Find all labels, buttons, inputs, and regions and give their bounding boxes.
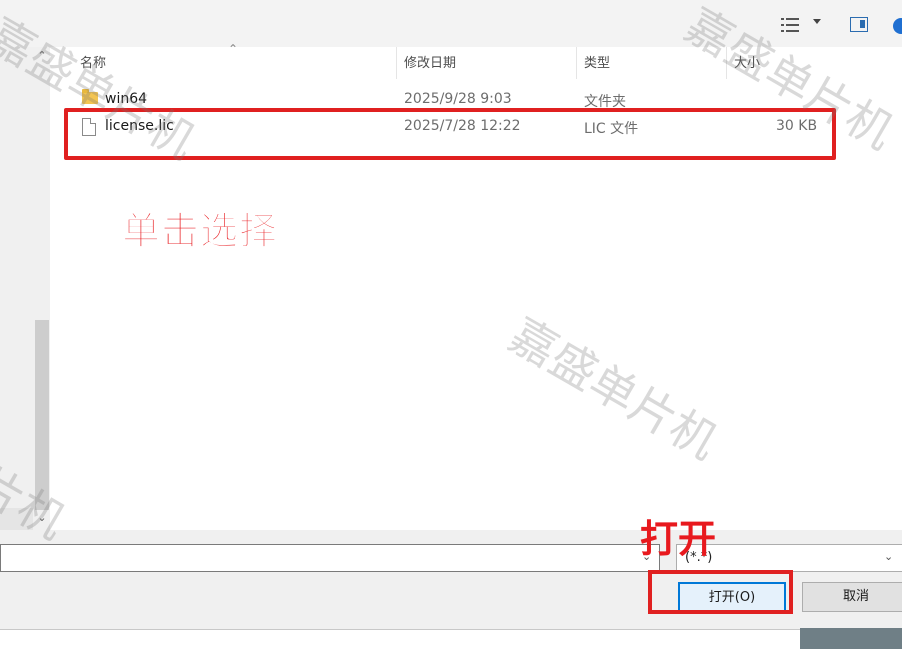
column-header-name[interactable]: 名称 [80,54,106,74]
chevron-down-icon[interactable] [813,19,821,24]
preview-pane-icon[interactable] [850,17,868,32]
select-hint-annotation: 单击选择 [121,209,279,254]
folder-icon [82,89,98,104]
file-date: 2025/9/28 9:03 [404,91,512,107]
sort-ascending-icon: ⌃ [228,42,239,56]
dialog-border [0,629,800,630]
scroll-down-icon[interactable]: ⌄ [36,512,48,524]
column-header-size[interactable]: 大小 [734,54,760,74]
filename-input[interactable] [0,544,660,572]
desktop-background [0,630,902,649]
scrollbar-thumb[interactable] [35,320,49,510]
open-button-highlight [648,570,793,614]
column-divider[interactable] [396,47,397,79]
scroll-up-icon[interactable]: ⌃ [36,50,48,62]
column-divider[interactable] [576,47,577,79]
column-header-date[interactable]: 修改日期 [404,54,456,74]
watermark: 嘉盛单片机 [500,307,727,470]
file-name[interactable]: win64 [105,91,147,107]
help-icon[interactable] [893,18,902,34]
details-view-icon[interactable] [781,17,799,33]
background-image [800,628,902,649]
filter-dropdown-icon[interactable]: ⌄ [884,550,893,563]
cancel-button[interactable]: 取消 [802,582,902,612]
dialog-toolbar [0,0,902,47]
column-divider[interactable] [726,47,727,79]
open-hint-annotation: 打开 [640,517,717,561]
navigation-pane-footer [0,508,33,530]
license-file-highlight[interactable] [64,108,836,160]
column-header-type[interactable]: 类型 [584,54,610,74]
